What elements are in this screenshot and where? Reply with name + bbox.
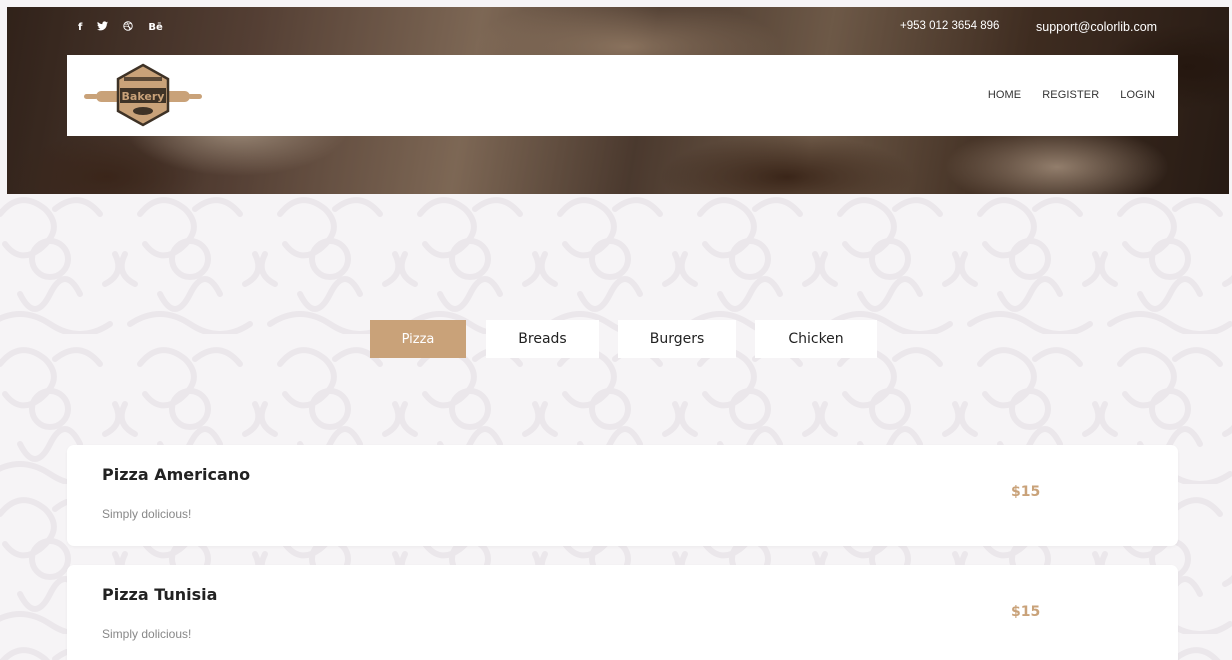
menu-item-description: Simply dolicious!	[102, 507, 192, 521]
contact-email[interactable]: support@colorlib.com	[1036, 20, 1157, 34]
menu-item-name: Pizza Americano	[102, 465, 251, 484]
twitter-icon[interactable]	[97, 21, 109, 35]
bakery-logo[interactable]: Bakery	[80, 63, 206, 129]
menu-item-name: Pizza Tunisia	[102, 585, 218, 604]
hero-banner: f Bē +953 012 3654 896 support@colorlib.…	[7, 7, 1229, 194]
logo-text: Bakery	[122, 90, 165, 103]
contact-phone[interactable]: +953 012 3654 896	[900, 20, 999, 32]
tab-chicken[interactable]: Chicken	[755, 320, 877, 358]
tab-burgers[interactable]: Burgers	[618, 320, 736, 358]
menu-item-card[interactable]: Pizza Tunisia Simply dolicious! $15	[67, 565, 1178, 660]
top-bar: f Bē +953 012 3654 896 support@colorlib.…	[7, 7, 1229, 51]
tab-breads[interactable]: Breads	[486, 320, 599, 358]
nav-menu: HOME REGISTER LOGIN	[967, 89, 1155, 101]
menu-item-description: Simply dolicious!	[102, 627, 192, 641]
nav-home[interactable]: HOME	[988, 89, 1021, 101]
nav-register[interactable]: REGISTER	[1042, 89, 1099, 101]
menu-item-card[interactable]: Pizza Americano Simply dolicious! $15	[67, 445, 1178, 546]
social-links: f Bē	[78, 21, 178, 35]
menu-item-price: $15	[1011, 604, 1041, 620]
dribbble-icon[interactable]	[123, 21, 134, 35]
facebook-icon[interactable]: f	[78, 22, 82, 34]
behance-icon[interactable]: Bē	[148, 22, 162, 34]
main-navbar: Bakery HOME REGISTER LOGIN	[67, 55, 1178, 136]
tab-pizza[interactable]: Pizza	[370, 320, 466, 358]
menu-item-price: $15	[1011, 484, 1041, 500]
nav-login[interactable]: LOGIN	[1120, 89, 1155, 101]
category-tabs: Pizza Breads Burgers Chicken	[0, 320, 1232, 358]
